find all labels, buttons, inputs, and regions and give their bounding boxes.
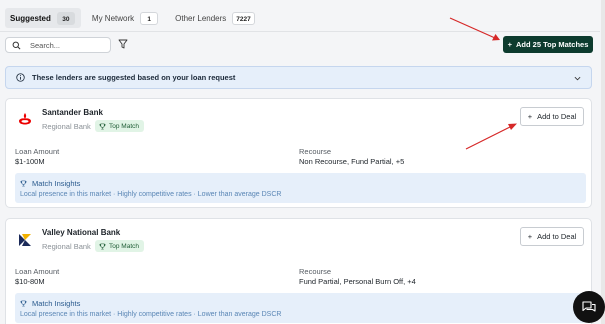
tab-my-network[interactable]: My Network 1	[87, 8, 164, 28]
chat-icon	[582, 301, 596, 312]
info-icon	[16, 73, 25, 82]
loan-amount-value: $1-100M	[15, 157, 45, 166]
bank-name: Santander Bank	[42, 108, 103, 117]
tab-label: Other Lenders	[175, 13, 227, 23]
valley-chevron-icon	[19, 234, 31, 246]
count-badge: 1	[140, 11, 159, 25]
search-input[interactable]	[30, 40, 100, 50]
lender-card: Valley National Bank Regional Bank Top M…	[5, 218, 592, 324]
recourse-label: Recourse	[299, 267, 332, 276]
bank-type: Regional Bank	[42, 122, 91, 131]
add-top-matches-button[interactable]: + Add 25 Top Matches	[503, 36, 593, 53]
top-match-badge: Top Match	[95, 240, 144, 252]
match-insights-detail: Local presence in this market · Highly c…	[20, 311, 282, 318]
page-scrollbar[interactable]	[601, 0, 605, 324]
banner-text: These lenders are suggested based on you…	[32, 73, 236, 82]
chevron-down-icon[interactable]	[574, 75, 581, 82]
tab-other-lenders[interactable]: Other Lenders 7227	[170, 8, 261, 28]
bank-name: Valley National Bank	[42, 228, 121, 237]
santander-flame-icon	[19, 113, 31, 125]
search-box[interactable]	[5, 37, 111, 53]
tab-suggested[interactable]: Suggested 30	[5, 8, 81, 28]
match-insights: Match Insights Local presence in this ma…	[15, 293, 586, 323]
top-match-badge: Top Match	[95, 120, 144, 132]
loan-amount-label: Loan Amount	[15, 147, 60, 156]
lender-tabs: Suggested 30 My Network 1 Other Lenders …	[5, 8, 267, 28]
search-icon	[12, 41, 21, 49]
trophy-icon	[99, 243, 106, 249]
recourse-label: Recourse	[299, 147, 332, 156]
lender-card: Santander Bank Regional Bank Top Match +…	[5, 98, 592, 208]
filter-icon[interactable]	[118, 39, 128, 49]
tab-label: Suggested	[10, 13, 51, 23]
add-to-deal-button[interactable]: + Add to Deal	[520, 107, 584, 126]
trophy-icon	[20, 180, 27, 187]
trophy-icon	[99, 123, 106, 129]
annotation-arrow	[449, 17, 500, 41]
add-to-deal-button[interactable]: + Add to Deal	[520, 227, 584, 246]
recourse-value: Fund Partial, Personal Burn Off, +4	[299, 277, 416, 286]
add-to-deal-label: Add to Deal	[537, 112, 577, 121]
recourse-value: Non Recourse, Fund Partial, +5	[299, 157, 405, 166]
tab-label: My Network	[91, 13, 135, 23]
add-top-matches-label: Add 25 Top Matches	[516, 40, 589, 49]
match-insights-title: Match Insights	[20, 299, 80, 308]
loan-amount-value: $10-80M	[15, 277, 45, 286]
tabs-divider	[0, 31, 600, 32]
match-insights-title: Match Insights	[20, 179, 80, 188]
suggestion-banner[interactable]: These lenders are suggested based on you…	[5, 66, 592, 89]
match-insights-detail: Local presence in this market · Highly c…	[20, 191, 282, 198]
add-to-deal-label: Add to Deal	[537, 232, 577, 241]
count-badge: 30	[56, 11, 75, 25]
chat-button[interactable]	[573, 291, 605, 323]
match-insights-title-text: Match Insights	[32, 179, 81, 188]
plus-icon: +	[507, 40, 512, 49]
top-match-label: Top Match	[109, 242, 139, 250]
plus-icon: +	[527, 112, 533, 121]
match-insights-title-text: Match Insights	[32, 299, 81, 308]
bank-type: Regional Bank	[42, 242, 91, 251]
match-insights: Match Insights Local presence in this ma…	[15, 173, 586, 203]
loan-amount-label: Loan Amount	[15, 267, 60, 276]
top-match-label: Top Match	[109, 122, 139, 130]
trophy-icon	[20, 300, 27, 307]
plus-icon: +	[527, 232, 533, 241]
count-badge: 7227	[232, 11, 255, 25]
